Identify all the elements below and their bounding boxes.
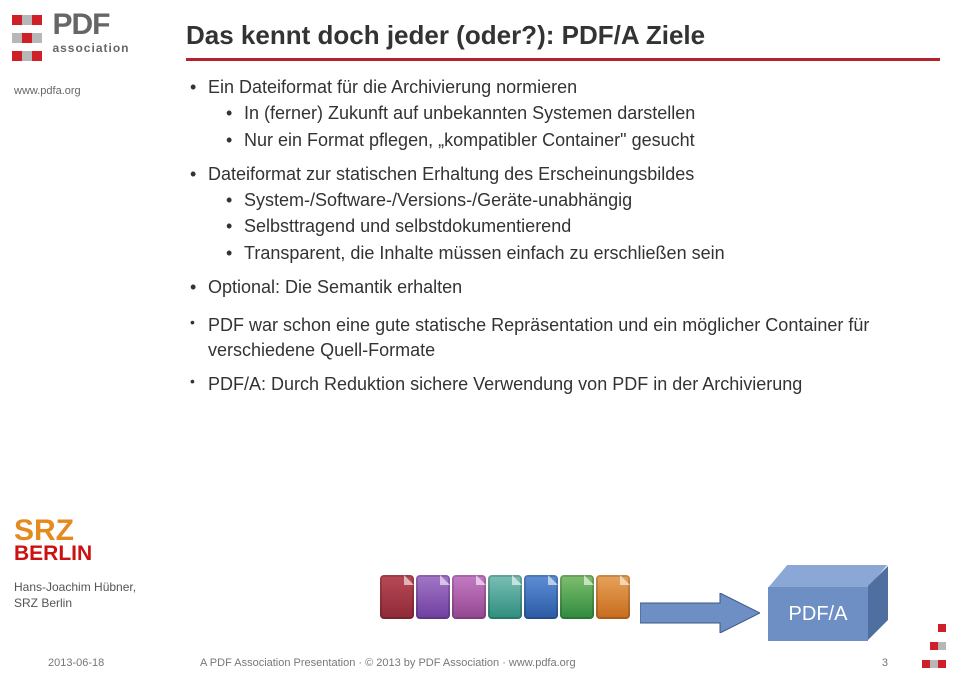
- powerpoint-icon: [596, 575, 630, 619]
- footer-credit: A PDF Association Presentation · © 2013 …: [200, 657, 576, 669]
- bullet-3: Optional: Die Semantik erhalten: [186, 275, 926, 299]
- bullet-2: Dateiformat zur statischen Erhaltung des…: [186, 162, 926, 265]
- bullet-1: Ein Dateiformat für die Archivierung nor…: [186, 75, 926, 152]
- bullet-1-text: Ein Dateiformat für die Archivierung nor…: [208, 77, 577, 97]
- author-org: SRZ Berlin: [14, 595, 136, 611]
- bullet-2-3: Transparent, die Inhalte müssen einfach …: [222, 241, 926, 265]
- srz-line2: BERLIN: [14, 544, 92, 564]
- bullet-2-text: Dateiformat zur statischen Erhaltung des…: [208, 164, 694, 184]
- onenote-icon: [452, 575, 486, 619]
- logo-text: PDF: [52, 8, 109, 41]
- logo-grid-icon: [12, 12, 42, 66]
- infopath-icon: [416, 575, 450, 619]
- site-url: www.pdfa.org: [14, 85, 81, 97]
- left-column: PDF association www.pdfa.org SRZ BERLIN …: [0, 0, 172, 679]
- arrow-1: PDF war schon eine gute statische Repräs…: [186, 313, 926, 362]
- author-name: Hans-Joachim Hübner,: [14, 579, 136, 595]
- pdfa-cube-label: PDF/A: [768, 587, 868, 641]
- pdf-association-logo: PDF association: [12, 12, 167, 66]
- arrow-icon: [640, 593, 760, 633]
- slide: PDF association www.pdfa.org SRZ BERLIN …: [0, 0, 960, 679]
- publisher-icon: [488, 575, 522, 619]
- arrow-2: PDF/A: Durch Reduktion sichere Verwendun…: [186, 372, 926, 396]
- word-icon: [524, 575, 558, 619]
- slide-footer: 2013-06-18 A PDF Association Presentatio…: [0, 639, 960, 679]
- pdfa-cube: PDF/A: [768, 565, 888, 645]
- title-underline: [186, 58, 940, 61]
- bullet-2-2: Selbsttragend und selbstdokumentierend: [222, 214, 926, 238]
- author-block: Hans-Joachim Hübner, SRZ Berlin: [14, 579, 136, 611]
- logo-subtext: association: [52, 41, 129, 55]
- bullet-2-1: System-/Software-/Versions-/Geräte-unabh…: [222, 188, 926, 212]
- bullet-1-1: In (ferner) Zukunft auf unbekannten Syst…: [222, 101, 926, 125]
- arrow-list: PDF war schon eine gute statische Repräs…: [186, 313, 926, 396]
- srz-logo: SRZ BERLIN: [14, 518, 92, 564]
- excel-icon: [560, 575, 594, 619]
- srz-line1: SRZ: [14, 518, 92, 544]
- footer-page: 3: [882, 657, 888, 669]
- access-icon: [380, 575, 414, 619]
- diagram: PDF/A: [380, 575, 880, 645]
- slide-content: Ein Dateiformat für die Archivierung nor…: [186, 75, 926, 406]
- footer-logo-icon: [922, 619, 946, 673]
- footer-date: 2013-06-18: [48, 657, 104, 669]
- slide-title: Das kennt doch jeder (oder?): PDF/A Ziel…: [186, 20, 705, 51]
- bullet-1-2: Nur ein Format pflegen, „kompatibler Con…: [222, 128, 926, 152]
